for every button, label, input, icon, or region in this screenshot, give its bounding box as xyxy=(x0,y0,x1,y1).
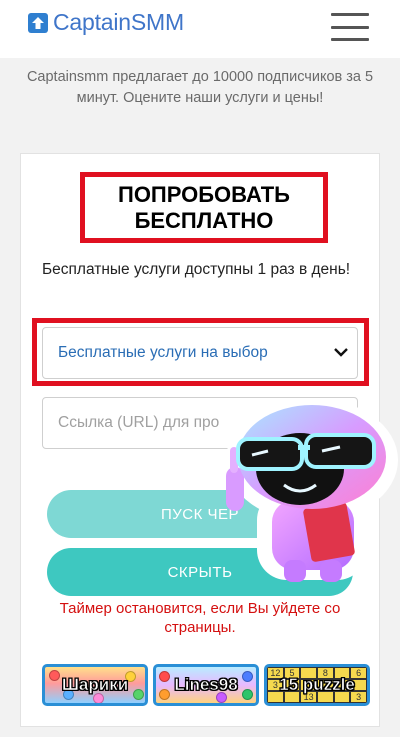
hamburger-icon[interactable] xyxy=(331,13,369,41)
game-lines98-link[interactable]: Lines98 xyxy=(153,664,259,706)
logo-text: CaptainSMM xyxy=(53,9,184,35)
free-services-note: Бесплатные услуги доступны 1 раз в день! xyxy=(42,261,351,278)
site-header: CaptainSMM xyxy=(0,0,400,58)
game-balls-label: Шарики xyxy=(61,675,129,695)
free-trial-title: ПОПРОБОВАТЬ БЕСПЛАТНО xyxy=(80,172,328,243)
logo[interactable]: CaptainSMM xyxy=(28,9,184,36)
game-balls-link[interactable]: Шарики xyxy=(42,664,148,706)
timer-warning: Таймер остановится, если Вы уйдете со ст… xyxy=(59,600,341,636)
intro-text: Captainsmm предлагает до 10000 подписчик… xyxy=(26,69,374,106)
mascot-sticker xyxy=(226,398,398,582)
url-input-placeholder: Ссылка (URL) для про xyxy=(58,414,220,431)
service-select[interactable]: Бесплатные услуги на выбор xyxy=(42,327,358,379)
logo-arrow-icon xyxy=(28,12,48,33)
chevron-down-icon xyxy=(334,348,348,357)
game-lines98-label: Lines98 xyxy=(174,675,238,695)
game-15-puzzle-label: 15 puzzle xyxy=(279,675,355,695)
game-15-puzzle-link[interactable]: 12 5 8 6 3 1 13 3 15 puzzle xyxy=(264,664,370,706)
service-select-value: Бесплатные услуги на выбор xyxy=(58,344,268,361)
